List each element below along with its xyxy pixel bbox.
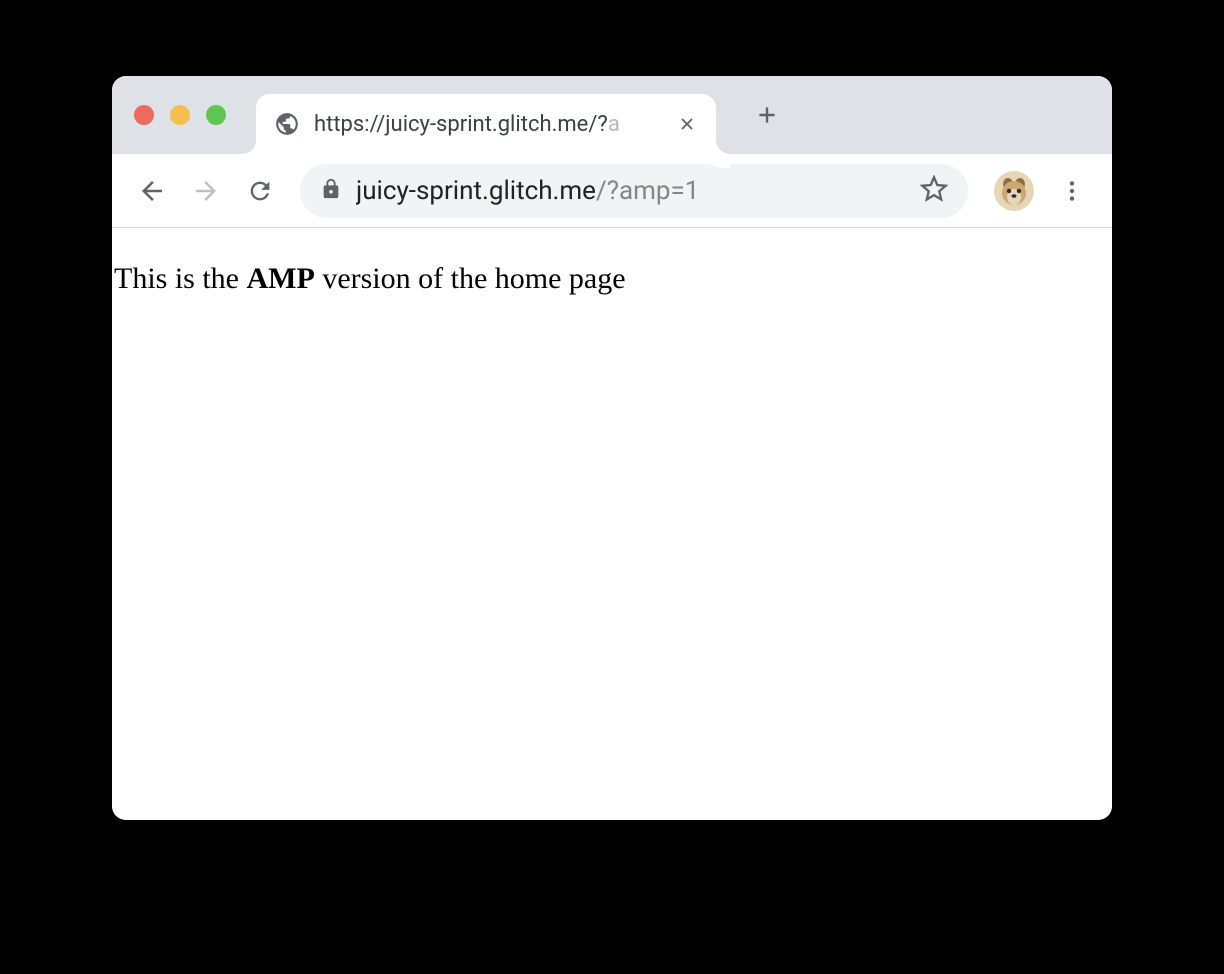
page-text: This is the AMP version of the home page bbox=[112, 262, 1112, 296]
address-bar[interactable]: juicy-sprint.glitch.me/?amp=1 bbox=[300, 164, 968, 218]
titlebar: https://juicy-sprint.glitch.me/?a bbox=[112, 76, 1112, 154]
close-window-button[interactable] bbox=[134, 105, 154, 125]
reload-button[interactable] bbox=[238, 169, 282, 213]
bookmark-button[interactable] bbox=[920, 175, 948, 207]
new-tab-button[interactable] bbox=[746, 94, 788, 136]
window-controls bbox=[134, 105, 226, 125]
url-text: juicy-sprint.glitch.me/?amp=1 bbox=[356, 176, 906, 206]
globe-icon bbox=[274, 111, 300, 137]
minimize-window-button[interactable] bbox=[170, 105, 190, 125]
browser-window: https://juicy-sprint.glitch.me/?a bbox=[112, 76, 1112, 820]
page-content: This is the AMP version of the home page bbox=[112, 228, 1112, 820]
maximize-window-button[interactable] bbox=[206, 105, 226, 125]
tab-title: https://juicy-sprint.glitch.me/?a bbox=[314, 112, 662, 137]
forward-button[interactable] bbox=[184, 169, 228, 213]
lock-icon bbox=[320, 178, 342, 204]
browser-tab[interactable]: https://juicy-sprint.glitch.me/?a bbox=[256, 94, 716, 154]
profile-avatar[interactable] bbox=[994, 171, 1034, 211]
menu-button[interactable] bbox=[1050, 169, 1094, 213]
back-button[interactable] bbox=[130, 169, 174, 213]
close-tab-button[interactable] bbox=[676, 113, 698, 135]
toolbar: juicy-sprint.glitch.me/?amp=1 bbox=[112, 154, 1112, 228]
